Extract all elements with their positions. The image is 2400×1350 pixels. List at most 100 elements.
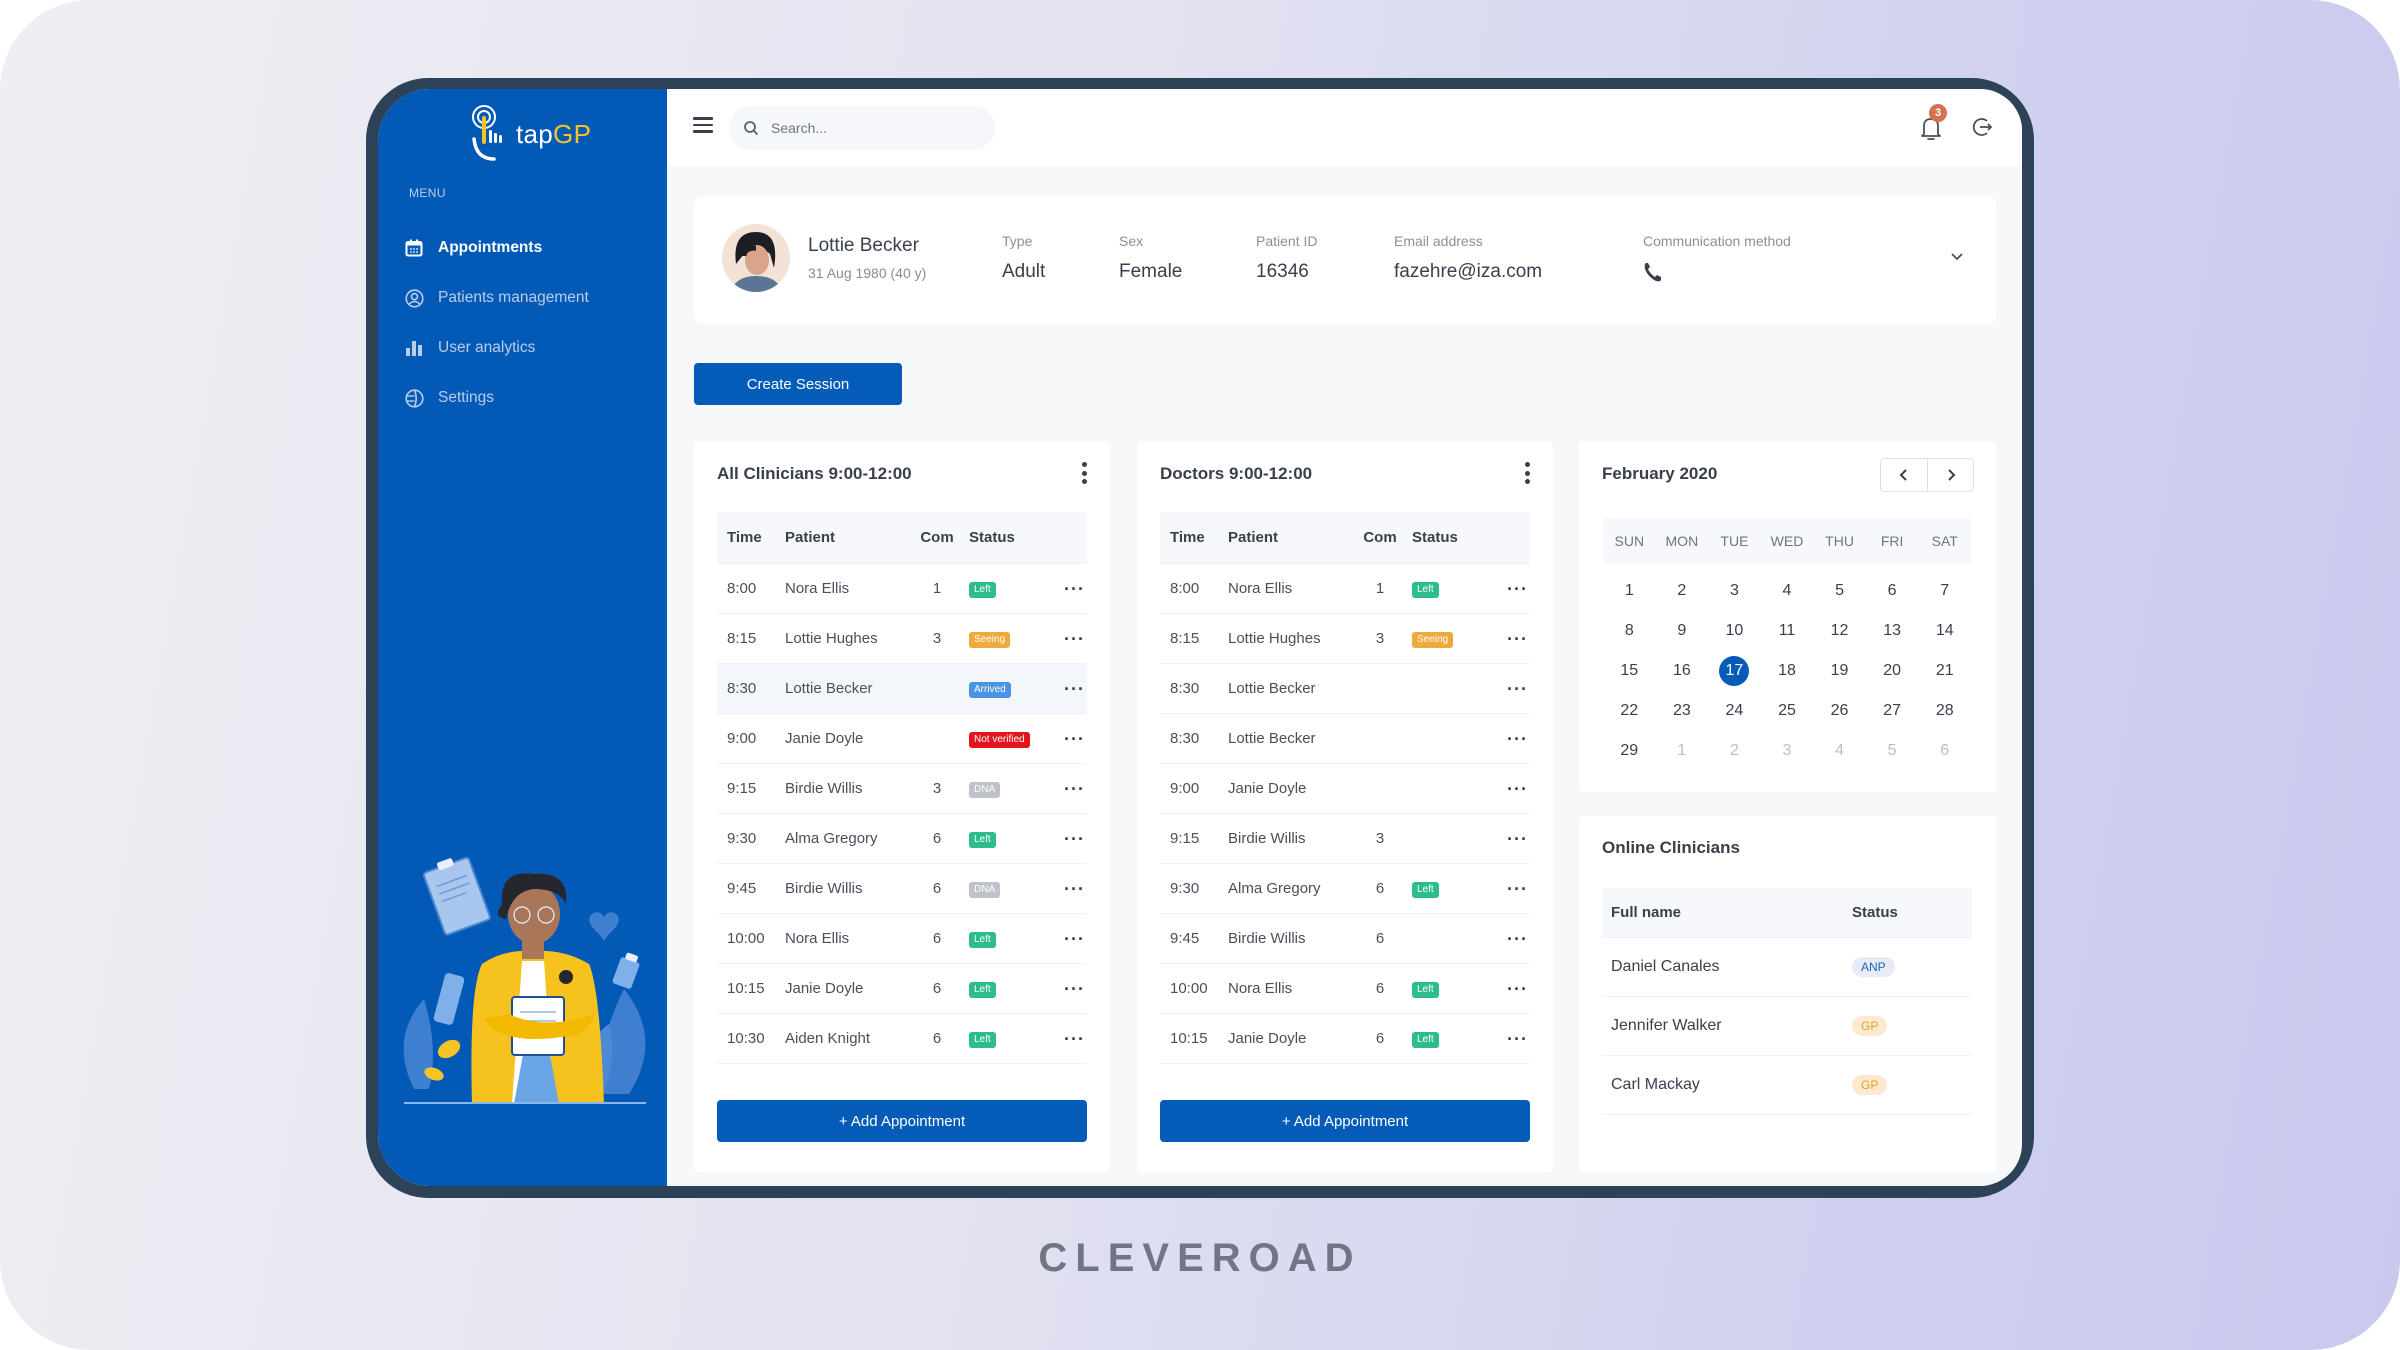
row-more-icon[interactable]: ··· — [1507, 880, 1536, 898]
column-header-full-name: Full name — [1611, 904, 1682, 921]
row-more-icon[interactable]: ··· — [1507, 980, 1536, 998]
row-more-icon[interactable]: ··· — [1064, 580, 1093, 598]
table-row[interactable]: 10:00 Nora Ellis 6 Left ··· — [1160, 964, 1530, 1014]
row-more-icon[interactable]: ··· — [1064, 780, 1093, 798]
more-options-icon[interactable] — [1523, 462, 1531, 484]
table-row[interactable]: 9:00 Janie Doyle Not verified ··· — [717, 714, 1087, 764]
calendar-day[interactable]: 9 — [1656, 611, 1709, 651]
day-number: 11 — [1778, 622, 1796, 639]
calendar-day[interactable]: 6 — [1866, 571, 1919, 611]
table-row[interactable]: 9:30 Alma Gregory 6 Left ··· — [717, 814, 1087, 864]
calendar-day[interactable]: 14 — [1918, 611, 1971, 651]
calendar-day[interactable]: 15 — [1603, 651, 1656, 691]
calendar-day[interactable]: 8 — [1603, 611, 1656, 651]
calendar-day[interactable]: 13 — [1866, 611, 1919, 651]
table-row[interactable]: 10:00 Nora Ellis 6 Left ··· — [717, 914, 1087, 964]
table-row[interactable]: 8:15 Lottie Hughes 3 Seeing ··· — [1160, 614, 1530, 664]
row-more-icon[interactable]: ··· — [1064, 730, 1093, 748]
calendar-day[interactable]: 27 — [1866, 691, 1919, 731]
row-more-icon[interactable]: ··· — [1064, 1030, 1093, 1048]
table-row[interactable]: 8:00 Nora Ellis 1 Left ··· — [717, 564, 1087, 614]
calendar-day[interactable]: 24 — [1708, 691, 1761, 731]
calendar-day[interactable]: 19 — [1813, 651, 1866, 691]
table-row[interactable]: Carl Mackay GP — [1602, 1056, 1972, 1115]
table-row[interactable]: 10:30 Aiden Knight 6 Left ··· — [717, 1014, 1087, 1064]
calendar-day[interactable]: 18 — [1761, 651, 1814, 691]
table-row[interactable]: 8:30 Lottie Becker ··· — [1160, 714, 1530, 764]
cell-status: DNA — [969, 879, 1064, 898]
logo[interactable]: tapGP — [470, 103, 591, 165]
calendar-day[interactable]: 6 — [1918, 731, 1971, 771]
calendar-day[interactable]: 11 — [1761, 611, 1814, 651]
calendar-day[interactable]: 23 — [1656, 691, 1709, 731]
row-more-icon[interactable]: ··· — [1507, 680, 1536, 698]
calendar-day[interactable]: 21 — [1918, 651, 1971, 691]
calendar-day[interactable]: 4 — [1813, 731, 1866, 771]
calendar-day[interactable]: 5 — [1866, 731, 1919, 771]
row-more-icon[interactable]: ··· — [1064, 930, 1093, 948]
sidebar-item-settings[interactable]: Settings — [404, 373, 589, 423]
table-row[interactable]: Jennifer Walker GP — [1602, 997, 1972, 1056]
row-more-icon[interactable]: ··· — [1064, 630, 1093, 648]
calendar-day[interactable]: 20 — [1866, 651, 1919, 691]
sidebar-item-appointments[interactable]: Appointments — [404, 223, 589, 273]
calendar-day[interactable]: 1 — [1656, 731, 1709, 771]
row-more-icon[interactable]: ··· — [1507, 1030, 1536, 1048]
table-row[interactable]: 8:30 Lottie Becker ··· — [1160, 664, 1530, 714]
calendar-day[interactable]: 25 — [1761, 691, 1814, 731]
expand-chevron-icon[interactable] — [1948, 247, 1966, 265]
table-row[interactable]: 10:15 Janie Doyle 6 Left ··· — [1160, 1014, 1530, 1064]
calendar-day[interactable]: 2 — [1656, 571, 1709, 611]
create-session-button[interactable]: Create Session — [694, 363, 902, 405]
calendar-day[interactable]: 7 — [1918, 571, 1971, 611]
table-row[interactable]: 9:45 Birdie Willis 6 DNA ··· — [717, 864, 1087, 914]
table-row[interactable]: 9:00 Janie Doyle ··· — [1160, 764, 1530, 814]
row-more-icon[interactable]: ··· — [1507, 580, 1536, 598]
calendar-day[interactable]: 3 — [1761, 731, 1814, 771]
row-more-icon[interactable]: ··· — [1064, 830, 1093, 848]
calendar-day[interactable]: 4 — [1761, 571, 1814, 611]
calendar-day[interactable]: 2 — [1708, 731, 1761, 771]
notifications-button[interactable]: 3 — [1918, 104, 1947, 143]
row-more-icon[interactable]: ··· — [1064, 880, 1093, 898]
calendar-day[interactable]: 5 — [1813, 571, 1866, 611]
row-more-icon[interactable]: ··· — [1507, 630, 1536, 648]
logout-button[interactable] — [1970, 115, 1994, 139]
calendar-day[interactable]: 26 — [1813, 691, 1866, 731]
row-more-icon[interactable]: ··· — [1064, 980, 1093, 998]
calendar-day[interactable]: 3 — [1708, 571, 1761, 611]
table-row[interactable]: 8:30 Lottie Becker Arrived ··· — [717, 664, 1087, 714]
add-appointment-button[interactable]: + Add Appointment — [717, 1100, 1087, 1142]
table-row[interactable]: Daniel Canales ANP — [1602, 938, 1972, 997]
row-more-icon[interactable]: ··· — [1507, 780, 1536, 798]
table-row[interactable]: 9:15 Birdie Willis 3 ··· — [1160, 814, 1530, 864]
row-more-icon[interactable]: ··· — [1507, 930, 1536, 948]
calendar-day[interactable]: 1 — [1603, 571, 1656, 611]
row-more-icon[interactable]: ··· — [1064, 680, 1093, 698]
table-row[interactable]: 9:15 Birdie Willis 3 DNA ··· — [717, 764, 1087, 814]
next-month-button[interactable] — [1927, 459, 1973, 491]
search-input[interactable] — [771, 120, 971, 136]
calendar-day-selected[interactable]: 17 — [1708, 651, 1761, 691]
table-row[interactable]: 8:00 Nora Ellis 1 Left ··· — [1160, 564, 1530, 614]
row-more-icon[interactable]: ··· — [1507, 730, 1536, 748]
calendar-day[interactable]: 16 — [1656, 651, 1709, 691]
sidebar-item-patients-management[interactable]: Patients management — [404, 273, 589, 323]
menu-toggle-icon[interactable] — [693, 117, 713, 133]
calendar-day[interactable]: 29 — [1603, 731, 1656, 771]
table-row[interactable]: 10:15 Janie Doyle 6 Left ··· — [717, 964, 1087, 1014]
table-row[interactable]: 8:15 Lottie Hughes 3 Seeing ··· — [717, 614, 1087, 664]
calendar-day[interactable]: 12 — [1813, 611, 1866, 651]
row-more-icon[interactable]: ··· — [1507, 830, 1536, 848]
table-row[interactable]: 9:30 Alma Gregory 6 Left ··· — [1160, 864, 1530, 914]
table-row[interactable]: 9:45 Birdie Willis 6 ··· — [1160, 914, 1530, 964]
sidebar-item-user-analytics[interactable]: User analytics — [404, 323, 589, 373]
day-number: 14 — [1935, 622, 1954, 639]
add-appointment-button[interactable]: + Add Appointment — [1160, 1100, 1530, 1142]
calendar-day[interactable]: 22 — [1603, 691, 1656, 731]
prev-month-button[interactable] — [1881, 459, 1927, 491]
calendar-day[interactable]: 28 — [1918, 691, 1971, 731]
more-options-icon[interactable] — [1080, 462, 1088, 484]
search-box[interactable] — [729, 106, 995, 150]
calendar-day[interactable]: 10 — [1708, 611, 1761, 651]
